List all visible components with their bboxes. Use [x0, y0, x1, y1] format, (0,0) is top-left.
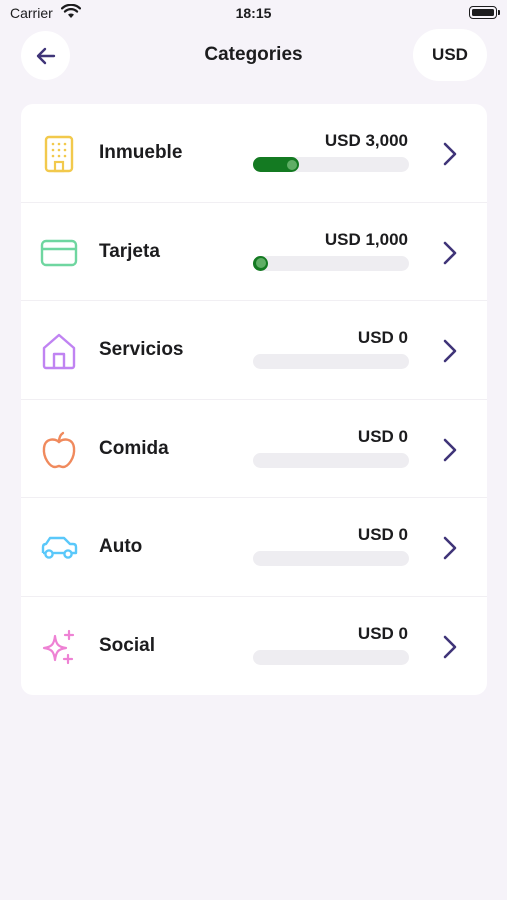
progress-bar: [253, 452, 409, 468]
progress-bar: [253, 551, 409, 566]
chevron-right-icon: [443, 438, 457, 461]
category-name: Servicios: [99, 339, 184, 360]
house-icon: [40, 332, 78, 370]
progress-bar: [253, 354, 409, 369]
sparkles-icon: [40, 628, 78, 666]
currency-button[interactable]: USD: [413, 29, 487, 81]
car-icon: [40, 529, 78, 567]
category-name: Social: [99, 634, 155, 656]
progress-knob: [254, 257, 267, 269]
chevron-right-icon: [443, 536, 457, 560]
category-amount: USD 3,000: [324, 131, 408, 150]
category-row-servicios[interactable]: Servicios USD 0: [21, 301, 487, 400]
category-name: Auto: [99, 536, 143, 557]
category-amount: USD 0: [357, 328, 408, 347]
category-amount: USD 0: [357, 426, 408, 446]
category-row-tarjeta[interactable]: Tarjeta USD 1,000: [21, 203, 487, 301]
chevron-right-icon: [443, 635, 457, 658]
chevron-right-icon: [443, 241, 457, 264]
progress-bar: [253, 157, 409, 172]
apple-icon: [40, 431, 78, 469]
clock: 18:15: [235, 5, 272, 21]
chevron-right-icon: [443, 339, 457, 363]
category-amount: USD 0: [357, 623, 408, 643]
category-row-auto[interactable]: Auto USD 0: [21, 498, 487, 597]
category-name: Tarjeta: [99, 240, 160, 262]
category-row-social[interactable]: Social USD 0: [21, 597, 487, 696]
category-row-comida[interactable]: Comida USD 0: [21, 400, 487, 498]
battery-icon: [469, 6, 500, 19]
category-name: Inmueble: [99, 142, 183, 163]
status-bar: Carrier 18:15: [0, 0, 507, 28]
building-icon: [40, 135, 78, 173]
nav-bar: Categories USD: [0, 28, 507, 82]
progress-knob: [286, 158, 298, 171]
category-amount: USD 0: [357, 525, 408, 544]
progress-bar: [253, 649, 409, 665]
category-row-inmueble[interactable]: Inmueble USD 3,000: [21, 104, 487, 203]
progress-bar: [253, 255, 409, 271]
category-amount: USD 1,000: [324, 229, 408, 249]
category-name: Comida: [99, 437, 169, 459]
credit-card-icon: [40, 234, 78, 272]
categories-list: Inmueble USD 3,000 Tarjeta USD 1,000 Ser…: [21, 104, 487, 695]
chevron-right-icon: [443, 142, 457, 166]
